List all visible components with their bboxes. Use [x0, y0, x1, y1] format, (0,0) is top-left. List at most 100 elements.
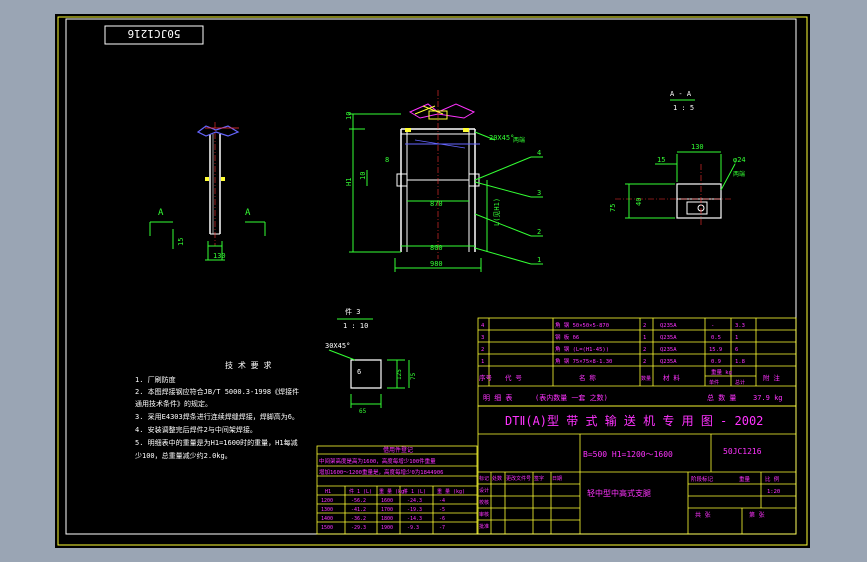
bom-cell: Q235A [660, 359, 677, 365]
usage-header: 件 1 (L) [403, 488, 426, 495]
usage-cell: -4 [439, 498, 445, 504]
bom-header-cell: 总计 [735, 379, 745, 386]
bom-cell: 0.9 [711, 359, 721, 365]
section-dim-75: 75 [609, 204, 617, 212]
front-dim-10b: 10 [359, 172, 367, 180]
section-title: A - A [670, 90, 692, 98]
usage-cell: -56.2 [351, 498, 366, 504]
row-label: 更改文件号 [506, 475, 531, 482]
weight-label: 重量 [739, 475, 751, 483]
note-line: 2. 本图焊接钢应符合JB/T 5000.3-1998《焊接件 [135, 387, 299, 396]
notes-title: 技 术 要 求 [225, 360, 271, 370]
scale-value: 1:20 [767, 489, 780, 495]
bom-header-cell: 材 料 [663, 373, 680, 382]
front-dim-800: 800 [430, 244, 443, 252]
section-mark-right: A [245, 208, 251, 218]
bom-cell: 1.8 [735, 359, 745, 365]
bom-cell: - [711, 323, 714, 329]
usage-cell: -29.3 [351, 525, 366, 531]
detail-dim-125: 125 [396, 369, 403, 380]
detail-dim-65: 65 [359, 408, 367, 415]
detail-chamfer: 30X45° [325, 342, 350, 350]
usage-row: 中间架高度是高为1600，高度每增少100件重量 [319, 457, 436, 465]
bom-header: 序号 代 号 名 称 数量 材 料 单件 总计 附 注 重量 kg [479, 368, 780, 386]
front-dim-l: L(见H1) [493, 198, 501, 226]
bom-cell: 1 [481, 359, 484, 365]
row-label: 标记 [479, 475, 489, 482]
bom-list-note: (表内数量 一套 之数) [535, 393, 608, 402]
detail-dim-6: 6 [357, 368, 361, 376]
section-dim-130: 130 [691, 143, 704, 151]
detail-title: 件 3 [345, 307, 360, 316]
row-label: 处数 [492, 475, 502, 482]
detail-scale: 1 : 10 [343, 322, 368, 330]
section-scale: 1 : 5 [673, 104, 694, 112]
front-view [349, 90, 543, 272]
spec-text: B=500 H1=1200～1600 [583, 450, 673, 459]
bom-header-cell: 附 注 [763, 373, 780, 382]
bom-cell: Q235A [660, 335, 677, 341]
row-label: 日期 [552, 476, 562, 482]
sheet-total: 共 张 [695, 511, 711, 519]
section-dim-40: 40 [635, 198, 643, 206]
series-title: DTⅡ(A)型 带 式 输 送 机 专 用 图 - 2002 [505, 413, 763, 428]
bom-cell: 4 [481, 323, 485, 329]
usage-cell: -14.3 [407, 516, 422, 522]
bom-total-value: 37.9 kg [753, 394, 783, 402]
drawing-sheet: 50JC1216 A A 15 130 10 H1 10 8 870 800 9… [55, 14, 810, 548]
bom-cell: 2 [643, 347, 646, 353]
sign-label: 校核 [479, 499, 489, 506]
front-dim-chamfer-note: 两端 [513, 136, 525, 144]
note-line: 5. 明细表中的重量是为H1=1600时的重量，H1每减 [135, 438, 298, 447]
sheet-num: 第 张 [749, 511, 765, 519]
side-view [149, 122, 266, 261]
bom-cell: Q235A [660, 347, 677, 353]
callout-3: 3 [537, 189, 541, 197]
bom-header-cell: 代 号 [505, 373, 522, 382]
bom-cell: 2 [643, 323, 646, 329]
usage-header: 重 量 (kg) [437, 488, 465, 495]
bom-cell: 角 钢 75×75×8-1.30 [555, 357, 612, 365]
bom-cell: 3.3 [735, 323, 745, 329]
technical-notes: 技 术 要 求 1. 厂刷防度 2. 本图焊接钢应符合JB/T 5000.3-1… [135, 360, 299, 460]
usage-title: 借用件登记 [383, 446, 413, 454]
bom-cell: 2 [643, 359, 646, 365]
revision-row-labels: 标记 处数 更改文件号 签字 日期 设计 校核 审核 批准 [479, 475, 562, 530]
sign-label: 设计 [479, 487, 489, 494]
note-line: 3. 采用E4303焊条进行连续焊缝焊接，焊脚高为6。 [135, 412, 299, 421]
front-dim-980: 980 [430, 260, 443, 268]
bom-weight-unit: 重量 kg [711, 368, 732, 376]
bom-cell: 角 钢 50×50×5-870 [555, 321, 609, 329]
front-dim-870: 870 [430, 200, 443, 208]
section-dim-24-note: 两端 [733, 170, 745, 178]
usage-cell: 1900 [381, 525, 393, 531]
bom-cell: 6 [735, 347, 738, 353]
note-line: 少100，总重量减少约2.0kg。 [135, 451, 232, 460]
bom-table [477, 317, 797, 407]
usage-cell: -41.2 [351, 507, 366, 513]
bom-cell: 2 [481, 347, 484, 353]
usage-cell: 1700 [381, 507, 393, 513]
front-dim-10: 10 [345, 112, 353, 120]
usage-cell: -5 [439, 507, 445, 513]
bom-header-cell: 序号 [479, 373, 493, 382]
cad-drawing: 50JC1216 A A 15 130 10 H1 10 8 870 800 9… [57, 16, 808, 546]
note-line: 通用技术条件》的规定。 [135, 399, 212, 408]
usage-cell: 1600 [381, 498, 393, 504]
usage-cell: -9.3 [407, 525, 419, 531]
callout-1: 1 [537, 256, 541, 264]
row-label: 签字 [534, 475, 544, 482]
usage-header: H1 [325, 489, 331, 495]
note-line: 1. 厂刷防度 [135, 375, 176, 384]
section-mark-left: A [158, 208, 164, 218]
bom-list-label: 明 细 表 [483, 393, 512, 402]
scale-label: 比 例 [765, 475, 780, 483]
bom-header-cell: 名 称 [579, 373, 596, 382]
usage-cell: -7 [439, 525, 445, 531]
section-dim-15: 15 [657, 156, 665, 164]
usage-cell: 1200 [321, 498, 333, 504]
usage-cell: -24.3 [407, 498, 422, 504]
usage-row: 增加1600～1200重量是，高度每增少0为1844906 [319, 468, 443, 476]
usage-cell: -36.2 [351, 516, 366, 522]
bom-cell: 1 [735, 335, 738, 341]
